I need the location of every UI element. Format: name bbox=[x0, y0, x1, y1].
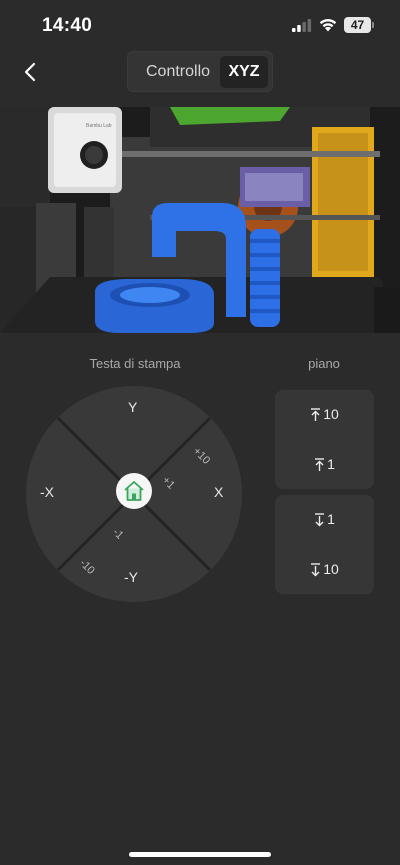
bed-down-group: 1 10 bbox=[275, 495, 374, 594]
move-y-minus-button[interactable]: -Y bbox=[124, 569, 138, 585]
home-icon bbox=[124, 481, 144, 501]
cellular-signal-icon bbox=[292, 19, 312, 32]
arrow-down-to-line-icon bbox=[311, 563, 321, 577]
bed-up-1-label: 1 bbox=[327, 456, 335, 472]
status-time: 14:40 bbox=[42, 15, 93, 36]
wifi-icon bbox=[319, 19, 337, 32]
camera-feed: Bambu Lab bbox=[0, 107, 400, 333]
battery-cap bbox=[372, 22, 374, 28]
bed-title: piano bbox=[308, 356, 340, 371]
move-x-plus-button[interactable]: X bbox=[214, 484, 223, 500]
chevron-left-icon bbox=[24, 62, 36, 82]
status-bar: 14:40 47 bbox=[0, 0, 400, 52]
bed-up-group: 10 1 bbox=[275, 390, 374, 489]
battery-indicator: 47 bbox=[344, 17, 374, 33]
bed-down-1-label: 1 bbox=[327, 511, 335, 527]
arrow-up-to-line-icon bbox=[315, 458, 325, 472]
move-x-minus-button[interactable]: -X bbox=[40, 484, 54, 500]
bed-up-1-button[interactable]: 1 bbox=[275, 449, 374, 479]
bed-down-1-button[interactable]: 1 bbox=[275, 504, 374, 534]
arrow-down-to-line-icon bbox=[315, 513, 325, 527]
back-button[interactable] bbox=[18, 58, 44, 86]
battery-level: 47 bbox=[350, 18, 365, 32]
arrow-up-to-line-icon bbox=[311, 408, 321, 422]
print-head-jog-pad: Y -Y X -X +10 +1 -1 -10 bbox=[26, 386, 242, 602]
mode-segmented-control: Controllo XYZ bbox=[127, 51, 273, 92]
bed-up-10-label: 10 bbox=[323, 406, 339, 422]
bed-up-10-button[interactable]: 10 bbox=[275, 399, 374, 429]
home-indicator[interactable] bbox=[129, 852, 271, 857]
home-button[interactable] bbox=[116, 473, 152, 509]
camera-image: Bambu Lab bbox=[0, 107, 400, 333]
bed-down-10-label: 10 bbox=[323, 561, 339, 577]
tab-controllo[interactable]: Controllo bbox=[134, 56, 222, 88]
move-y-plus-button[interactable]: Y bbox=[128, 399, 137, 415]
print-head-title: Testa di stampa bbox=[89, 356, 181, 371]
bed-down-10-button[interactable]: 10 bbox=[275, 554, 374, 584]
printer-brand-label: Bambu Lab bbox=[86, 123, 112, 129]
tab-xyz[interactable]: XYZ bbox=[220, 56, 268, 88]
